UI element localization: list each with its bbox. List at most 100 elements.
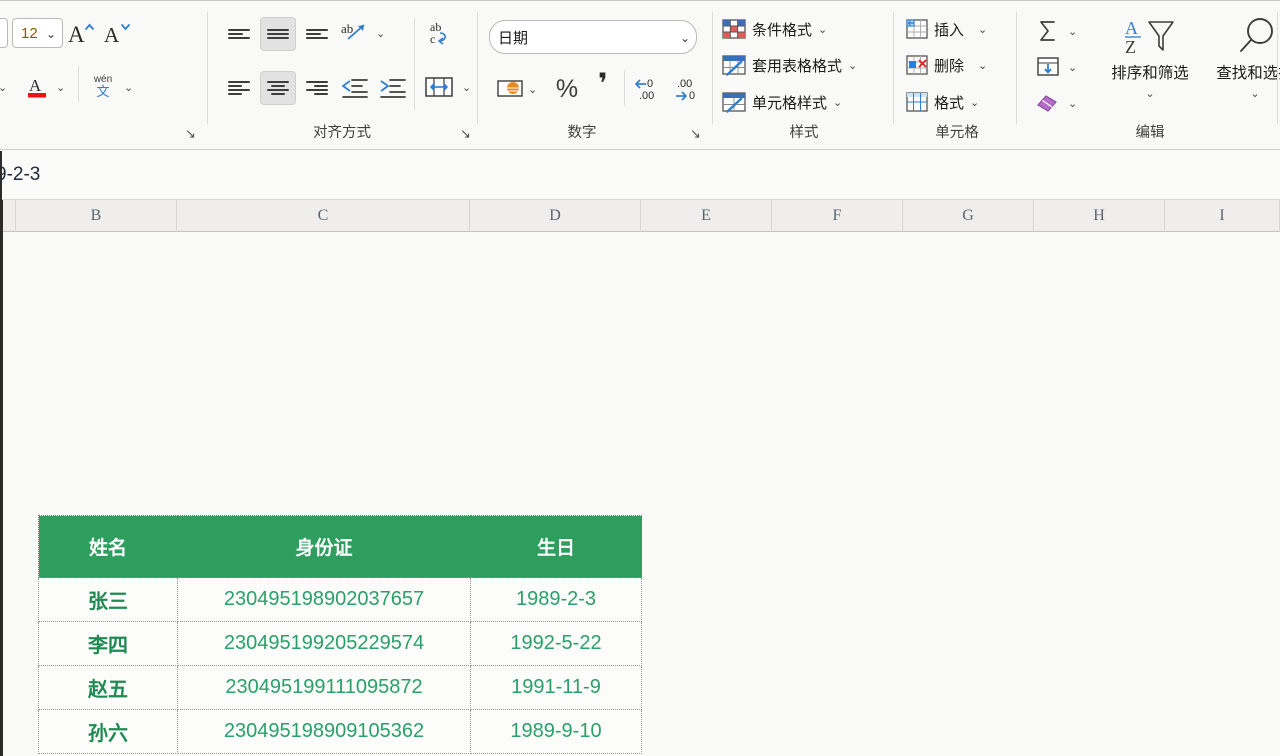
align-center-button[interactable] (260, 71, 296, 105)
number-format-combo[interactable]: 日期 ⌄ (489, 20, 697, 54)
format-as-table-chevron-down-icon: ⌄ (848, 59, 858, 72)
excel-window: ⌄ 12 ⌄ A A ⌄ (0, 0, 1280, 756)
column-header-g[interactable]: G (903, 200, 1034, 232)
cell-styles-button[interactable]: 单元格样式 ⌄ (722, 91, 842, 113)
align-middle-button[interactable] (260, 17, 296, 51)
wrap-text-button[interactable]: ab c (422, 16, 458, 50)
cell-birthday[interactable]: 1991-11-9 (470, 665, 642, 710)
font-dialog-launcher[interactable]: ↘ (185, 127, 196, 140)
svg-text:A: A (1125, 18, 1138, 38)
accounting-chevron-down-icon[interactable]: ⌄ (528, 85, 537, 96)
cell-styles-chevron-down-icon: ⌄ (833, 96, 843, 109)
styles-group-label: 样式 (789, 125, 819, 141)
svg-text:0: 0 (647, 78, 653, 90)
format-cells-button[interactable]: 格式 ⌄ (906, 91, 979, 113)
cell-birthday[interactable]: 1989-9-10 (470, 709, 642, 754)
column-header-c[interactable]: C (177, 200, 470, 232)
ribbon-group-styles: 条件格式 ⌄ 套用表格格式 ⌄ 单元格样式 ⌄ 样式 (716, 4, 892, 146)
percent-style-button[interactable]: % (552, 74, 582, 104)
data-table: 姓名 身份证 生日 张三 230495198902037657 1989-2-3… (38, 515, 642, 754)
phonetic-chevron-down-icon[interactable]: ⌄ (124, 83, 133, 94)
cell-name[interactable]: 张三 (38, 577, 178, 622)
cell-id[interactable]: 230495199205229574 (177, 621, 471, 666)
cell-birthday[interactable]: 1989-2-3 (470, 577, 642, 622)
align-bottom-icon (306, 28, 328, 40)
table-row: 赵五 230495199111095872 1991-11-9 (38, 665, 642, 710)
comma-style-button[interactable]: ❜ (590, 66, 616, 100)
table-header-row: 姓名 身份证 生日 (38, 515, 642, 578)
format-as-table-button[interactable]: 套用表格格式 ⌄ (722, 54, 857, 76)
table-header-id[interactable]: 身份证 (177, 515, 471, 578)
orientation-chevron-down-icon[interactable]: ⌄ (376, 29, 385, 40)
formula-bar-value: 9-2-3 (0, 164, 41, 185)
format-as-table-label: 套用表格格式 (752, 57, 843, 75)
text-orientation-button[interactable]: ab (338, 16, 372, 50)
autosum-button[interactable] (1032, 16, 1064, 46)
insert-cells-button[interactable]: 插入 ⌄ (906, 18, 987, 40)
increase-decimal-button[interactable]: .00 0 (672, 74, 706, 104)
clear-button[interactable] (1032, 88, 1064, 118)
decrease-decimal-button[interactable]: 0 .00 (632, 74, 666, 104)
ribbon-top-edge (0, 0, 1280, 3)
merge-cells-button[interactable] (420, 70, 458, 104)
table-header-birthday[interactable]: 生日 (470, 515, 642, 578)
align-right-button[interactable] (300, 72, 334, 104)
phonetic-bottom-label: 文 (96, 83, 110, 99)
column-headers: B C D E F G H I (0, 200, 1280, 232)
cell-id[interactable]: 230495199111095872 (177, 665, 471, 710)
ribbon-group-font: ⌄ 12 ⌄ A A ⌄ (0, 4, 205, 146)
font-name-combo[interactable]: ⌄ (0, 18, 8, 48)
group-separator-1 (207, 12, 208, 124)
column-header-h[interactable]: H (1034, 200, 1165, 232)
merge-chevron-down-icon[interactable]: ⌄ (462, 83, 471, 94)
fill-color-chevron-down-icon[interactable]: ⌄ (0, 83, 7, 94)
find-select-button[interactable]: 查找和选择 ⌄ (1202, 16, 1280, 101)
fill-chevron-down-icon[interactable]: ⌄ (1068, 63, 1077, 74)
group-separator-4 (893, 12, 894, 124)
column-header-f[interactable]: F (772, 200, 903, 232)
autosum-icon (1040, 21, 1055, 41)
column-header-i[interactable]: I (1165, 200, 1280, 232)
conditional-formatting-button[interactable]: 条件格式 ⌄ (722, 18, 827, 40)
delete-cells-icon (906, 55, 928, 75)
chevron-down-icon: ⌄ (0, 28, 1, 40)
cell-id[interactable]: 230495198909105362 (177, 709, 471, 754)
grow-font-button[interactable]: A (65, 18, 97, 48)
decrease-indent-button[interactable] (338, 72, 372, 104)
conditional-formatting-icon (722, 19, 746, 39)
cell-name[interactable]: 李四 (38, 621, 178, 666)
table-header-name[interactable]: 姓名 (38, 515, 178, 578)
align-center-icon (267, 80, 289, 96)
increase-indent-button[interactable] (376, 72, 410, 104)
group-separator-5 (1016, 12, 1017, 124)
column-header-b[interactable]: B (16, 200, 177, 232)
delete-cells-button[interactable]: 删除 ⌄ (906, 54, 987, 76)
number-dialog-launcher[interactable]: ↘ (690, 127, 701, 140)
align-bottom-button[interactable] (300, 18, 334, 50)
column-header-d[interactable]: D (470, 200, 641, 232)
cell-birthday[interactable]: 1992-5-22 (470, 621, 642, 666)
phonetic-guide-button[interactable]: wén 文 (86, 70, 120, 104)
font-color-chevron-down-icon[interactable]: ⌄ (56, 83, 65, 94)
cell-name[interactable]: 赵五 (38, 665, 178, 710)
merge-cells-icon (425, 77, 453, 97)
font-size-combo[interactable]: 12 ⌄ (12, 18, 63, 48)
cell-styles-label: 单元格样式 (752, 94, 828, 112)
column-header-e[interactable]: E (641, 200, 772, 232)
autosum-chevron-down-icon[interactable]: ⌄ (1068, 27, 1077, 38)
cell-name[interactable]: 孙六 (38, 709, 178, 754)
formula-bar[interactable]: 9-2-3 (0, 151, 1280, 200)
format-cells-label: 格式 (934, 94, 965, 112)
accounting-format-button[interactable] (494, 74, 526, 104)
fill-button[interactable] (1032, 52, 1064, 82)
cell-id[interactable]: 230495198902037657 (177, 577, 471, 622)
align-left-button[interactable] (222, 72, 256, 104)
sort-filter-chevron-down-icon: ⌄ (1145, 88, 1155, 100)
worksheet-grid[interactable]: 姓名 身份证 生日 张三 230495198902037657 1989-2-3… (0, 232, 1280, 756)
sort-filter-button[interactable]: A Z 排序和筛选 ⌄ (1098, 16, 1202, 101)
alignment-dialog-launcher[interactable]: ↘ (460, 127, 471, 140)
font-color-button[interactable]: A (22, 72, 54, 102)
align-top-button[interactable] (222, 18, 256, 50)
clear-chevron-down-icon[interactable]: ⌄ (1068, 99, 1077, 110)
shrink-font-button[interactable]: A (101, 18, 133, 48)
